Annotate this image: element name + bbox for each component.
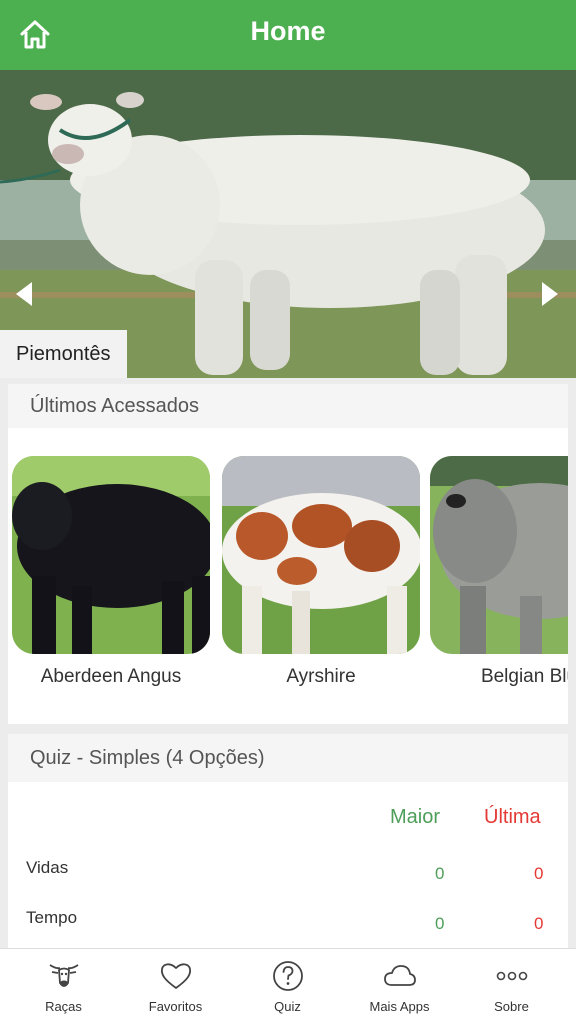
tab-favoritos[interactable]: Favoritos — [118, 949, 233, 1024]
bottom-tab-bar: Raças Favoritos Quiz Mais Apps Sobre — [0, 948, 576, 1024]
breed-photo — [430, 456, 568, 654]
quiz-card-title: Quiz - Simples (4 Opções) — [8, 734, 568, 782]
cow-icon — [49, 964, 78, 987]
breed-name: Ayrshire — [286, 666, 356, 687]
tab-sobre[interactable]: Sobre — [454, 949, 569, 1024]
chevron-left-icon[interactable] — [12, 280, 36, 308]
page-title: Home — [250, 16, 326, 46]
list-item[interactable]: Ayrshire — [222, 456, 420, 688]
tab-mais-apps[interactable]: Mais Apps — [342, 949, 457, 1024]
breed-name: Aberdeen Angus — [40, 666, 182, 687]
chevron-right-icon[interactable] — [538, 280, 562, 308]
quiz-card[interactable]: Quiz - Simples (4 Opções) Maior Última V… — [8, 734, 568, 948]
tab-label: Quiz — [274, 999, 301, 1014]
list-item[interactable]: Aberdeen Angus — [12, 456, 210, 688]
quiz-row-label: Vidas — [26, 858, 69, 877]
recent-card: Últimos Acessados Aberdeen Angus Ayrshir… — [8, 384, 568, 724]
more-dots-icon — [496, 971, 527, 981]
quiz-row-last: 0 — [534, 914, 544, 933]
question-icon — [272, 961, 303, 991]
cloud-icon — [383, 965, 416, 986]
quiz-row-label: Tempo — [26, 908, 78, 927]
best-column-header: Maior — [390, 806, 441, 828]
top-app-bar: Home — [0, 0, 576, 70]
recent-card-title: Últimos Acessados — [8, 384, 568, 428]
tab-label: Raças — [45, 999, 82, 1014]
tab-quiz[interactable]: Quiz — [230, 949, 345, 1024]
tab-label: Favoritos — [148, 999, 203, 1014]
last-column-header: Última — [484, 806, 541, 828]
breed-photo — [12, 456, 210, 654]
list-item[interactable]: Belgian Blu — [430, 456, 568, 688]
tab-racas[interactable]: Raças — [6, 949, 121, 1024]
hero-carousel[interactable]: Piemontês — [0, 70, 576, 378]
quiz-row-best: 0 — [435, 864, 445, 883]
breed-photo — [222, 456, 420, 654]
recent-list[interactable]: Aberdeen Angus Ayrshire Belgian Blu — [12, 456, 568, 696]
quiz-row-best: 0 — [435, 914, 445, 933]
quiz-row-last: 0 — [534, 864, 544, 883]
heart-icon — [160, 963, 191, 989]
breed-name: Belgian Blu — [480, 666, 568, 687]
tab-label: Sobre — [494, 999, 529, 1014]
hero-caption: Piemontês — [0, 330, 127, 378]
tab-label: Mais Apps — [369, 999, 430, 1014]
